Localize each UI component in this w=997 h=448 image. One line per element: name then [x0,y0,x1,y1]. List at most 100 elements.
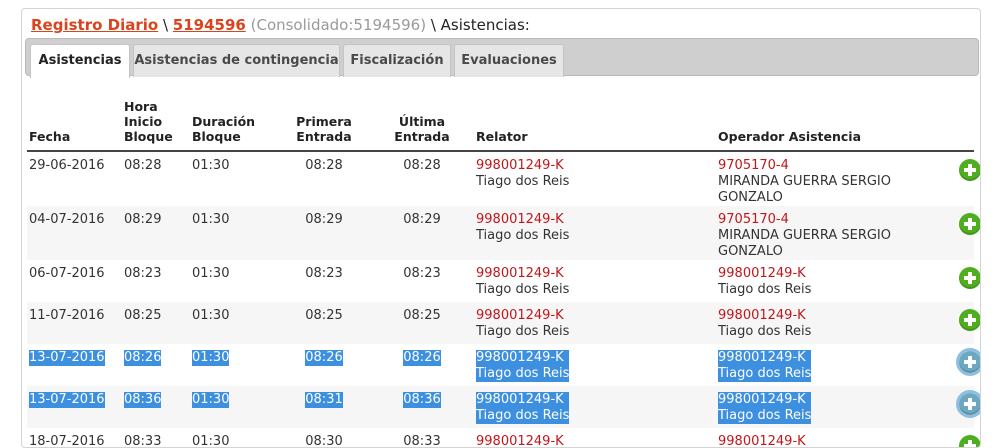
table-row[interactable]: 13-07-2016 08:36 01:30 08:31 08:36 99800… [27,386,980,428]
ultima-entrada-cell: 08:28 [403,158,441,173]
relator-cell: 998001249-KTiago dos Reis [476,434,569,448]
operador-rut: 998001249-K [718,392,806,407]
operador-name: MIRANDA GUERRA SERGIO GONZALO [718,228,891,259]
tab-fiscalizacion[interactable]: Fiscalización [343,44,451,77]
registro-diario-link[interactable]: Registro Diario [31,16,158,34]
registro-code-link[interactable]: 5194596 [173,16,246,34]
duracion-cell: 01:30 [192,158,230,173]
ultima-entrada-cell: 08:33 [403,434,441,448]
operador-name: Tiago dos Reis [718,366,812,381]
asistencias-table: Fecha Hora Inicio Bloque Duración Bloque Pr… [27,93,980,448]
operador-rut: 998001249-K [718,308,806,323]
plus-circle-icon[interactable] [959,159,980,181]
registro-panel: Registro Diario \ 5194596 (Consolidado:5… [21,8,981,448]
relator-name: Tiago dos Reis [476,228,570,243]
plus-circle-icon[interactable] [956,390,980,418]
ultima-entrada-cell: 08:25 [403,308,441,323]
fecha-cell: 06-07-2016 [29,266,105,281]
col-actions-header [957,93,974,152]
operador-rut: 998001249-K [718,350,806,365]
col-hora-inicio-header: Hora Inicio Bloque [122,93,190,152]
ultima-entrada-cell: 08:29 [403,212,441,227]
table-row[interactable]: 06-07-2016 08:23 01:30 08:23 08:23 99800… [27,260,980,302]
relator-rut: 998001249-K [476,158,564,173]
plus-circle-icon[interactable] [959,309,980,331]
operador-rut: 9705170-4 [718,212,789,227]
duracion-cell: 01:30 [192,434,230,448]
operador-name: Tiago dos Reis [718,408,812,423]
duracion-cell: 01:30 [192,308,230,323]
hora-inicio-cell: 08:28 [124,158,162,173]
col-fecha-header: Fecha [27,93,122,152]
fecha-cell: 13-07-2016 [29,350,105,366]
tab-bar: Asistencias Asistencias de contingencia … [25,38,979,78]
table-row[interactable]: 11-07-2016 08:25 01:30 08:25 08:25 99800… [27,302,980,344]
plus-circle-icon[interactable] [956,348,980,376]
ultima-entrada-cell: 08:23 [403,266,441,281]
col-duracion-header: Duración Bloque [190,93,278,152]
table-row[interactable]: 13-07-2016 08:26 01:30 08:26 08:26 99800… [27,344,980,386]
relator-rut: 998001249-K [476,308,564,323]
hora-inicio-cell: 08:23 [124,266,162,281]
fecha-cell: 18-07-2016 [29,434,105,448]
col-primera-entrada-header: Primera Entrada [278,93,370,152]
hora-inicio-cell: 08:25 [124,308,162,323]
operador-rut: 9705170-4 [718,158,789,173]
plus-circle-icon[interactable] [959,435,980,447]
duracion-cell: 01:30 [192,212,230,227]
operador-cell: 998001249-KTiago dos Reis [718,266,811,298]
relator-cell: 998001249-KTiago dos Reis [476,308,569,340]
relator-cell: 998001249-KTiago dos Reis [476,158,569,190]
table-row[interactable]: 29-06-2016 08:28 01:30 08:28 08:28 99800… [27,151,980,206]
relator-cell: 998001249-KTiago dos Reis [476,266,569,298]
breadcrumb-tail: \ Asistencias: [426,16,530,34]
consolidado-text: (Consolidado:5194596) [245,16,427,34]
relator-name: Tiago dos Reis [476,408,570,423]
primera-entrada-cell: 08:28 [305,158,343,173]
primera-entrada-cell: 08:25 [305,308,343,323]
relator-rut: 998001249-K [476,392,564,407]
col-ultima-entrada-header: Última Entrada [370,93,474,152]
operador-rut: 998001249-K [718,266,806,281]
operador-rut: 998001249-K [718,434,806,448]
operador-name: MIRANDA GUERRA SERGIO GONZALO [718,174,891,205]
operador-name: Tiago dos Reis [718,282,812,297]
relator-name: Tiago dos Reis [476,282,570,297]
relator-name: Tiago dos Reis [476,174,570,189]
fecha-cell: 04-07-2016 [29,212,105,227]
operador-cell: 998001249-KTiago dos Reis [718,392,812,424]
breadcrumb: Registro Diario \ 5194596 (Consolidado:5… [31,16,530,34]
operador-cell: 998001249-KTiago dos Reis [718,308,811,340]
duracion-cell: 01:30 [192,266,230,281]
tab-asistencias-contingencia[interactable]: Asistencias de contingencia [133,44,340,77]
table-row[interactable]: 04-07-2016 08:29 01:30 08:29 08:29 99800… [27,206,980,260]
tab-evaluaciones[interactable]: Evaluaciones [454,44,564,77]
duracion-cell: 01:30 [192,350,230,366]
operador-cell: 998001249-KTiago dos Reis [718,350,812,382]
operador-cell: 9705170-4 MIRANDA GUERRA SERGIO GONZALO [718,158,955,206]
relator-rut: 998001249-K [476,350,564,365]
relator-name: Tiago dos Reis [476,324,570,339]
operador-cell: 9705170-4 MIRANDA GUERRA SERGIO GONZALO [718,212,955,260]
primera-entrada-cell: 08:26 [305,350,343,366]
relator-cell: 998001249-KTiago dos Reis [476,350,570,382]
hora-inicio-cell: 08:33 [124,434,162,448]
table-row[interactable]: 18-07-2016 08:33 01:30 08:30 08:33 99800… [27,428,980,448]
primera-entrada-cell: 08:31 [305,392,343,408]
col-operador-header: Operador Asistencia [716,93,957,152]
tab-asistencias[interactable]: Asistencias [30,44,130,78]
plus-circle-icon[interactable] [959,267,980,289]
hora-inicio-cell: 08:36 [124,392,162,408]
plus-circle-icon[interactable] [959,213,980,235]
ultima-entrada-cell: 08:36 [403,392,441,408]
hora-inicio-cell: 08:29 [124,212,162,227]
fecha-cell: 29-06-2016 [29,158,105,173]
fecha-cell: 13-07-2016 [29,392,105,408]
duracion-cell: 01:30 [192,392,230,408]
relator-rut: 998001249-K [476,266,564,281]
primera-entrada-cell: 08:23 [305,266,343,281]
relator-cell: 998001249-KTiago dos Reis [476,212,569,244]
relator-rut: 998001249-K [476,212,564,227]
relator-rut: 998001249-K [476,434,564,448]
table-header-row: Fecha Hora Inicio Bloque Duración Bloque Pr… [27,93,974,152]
